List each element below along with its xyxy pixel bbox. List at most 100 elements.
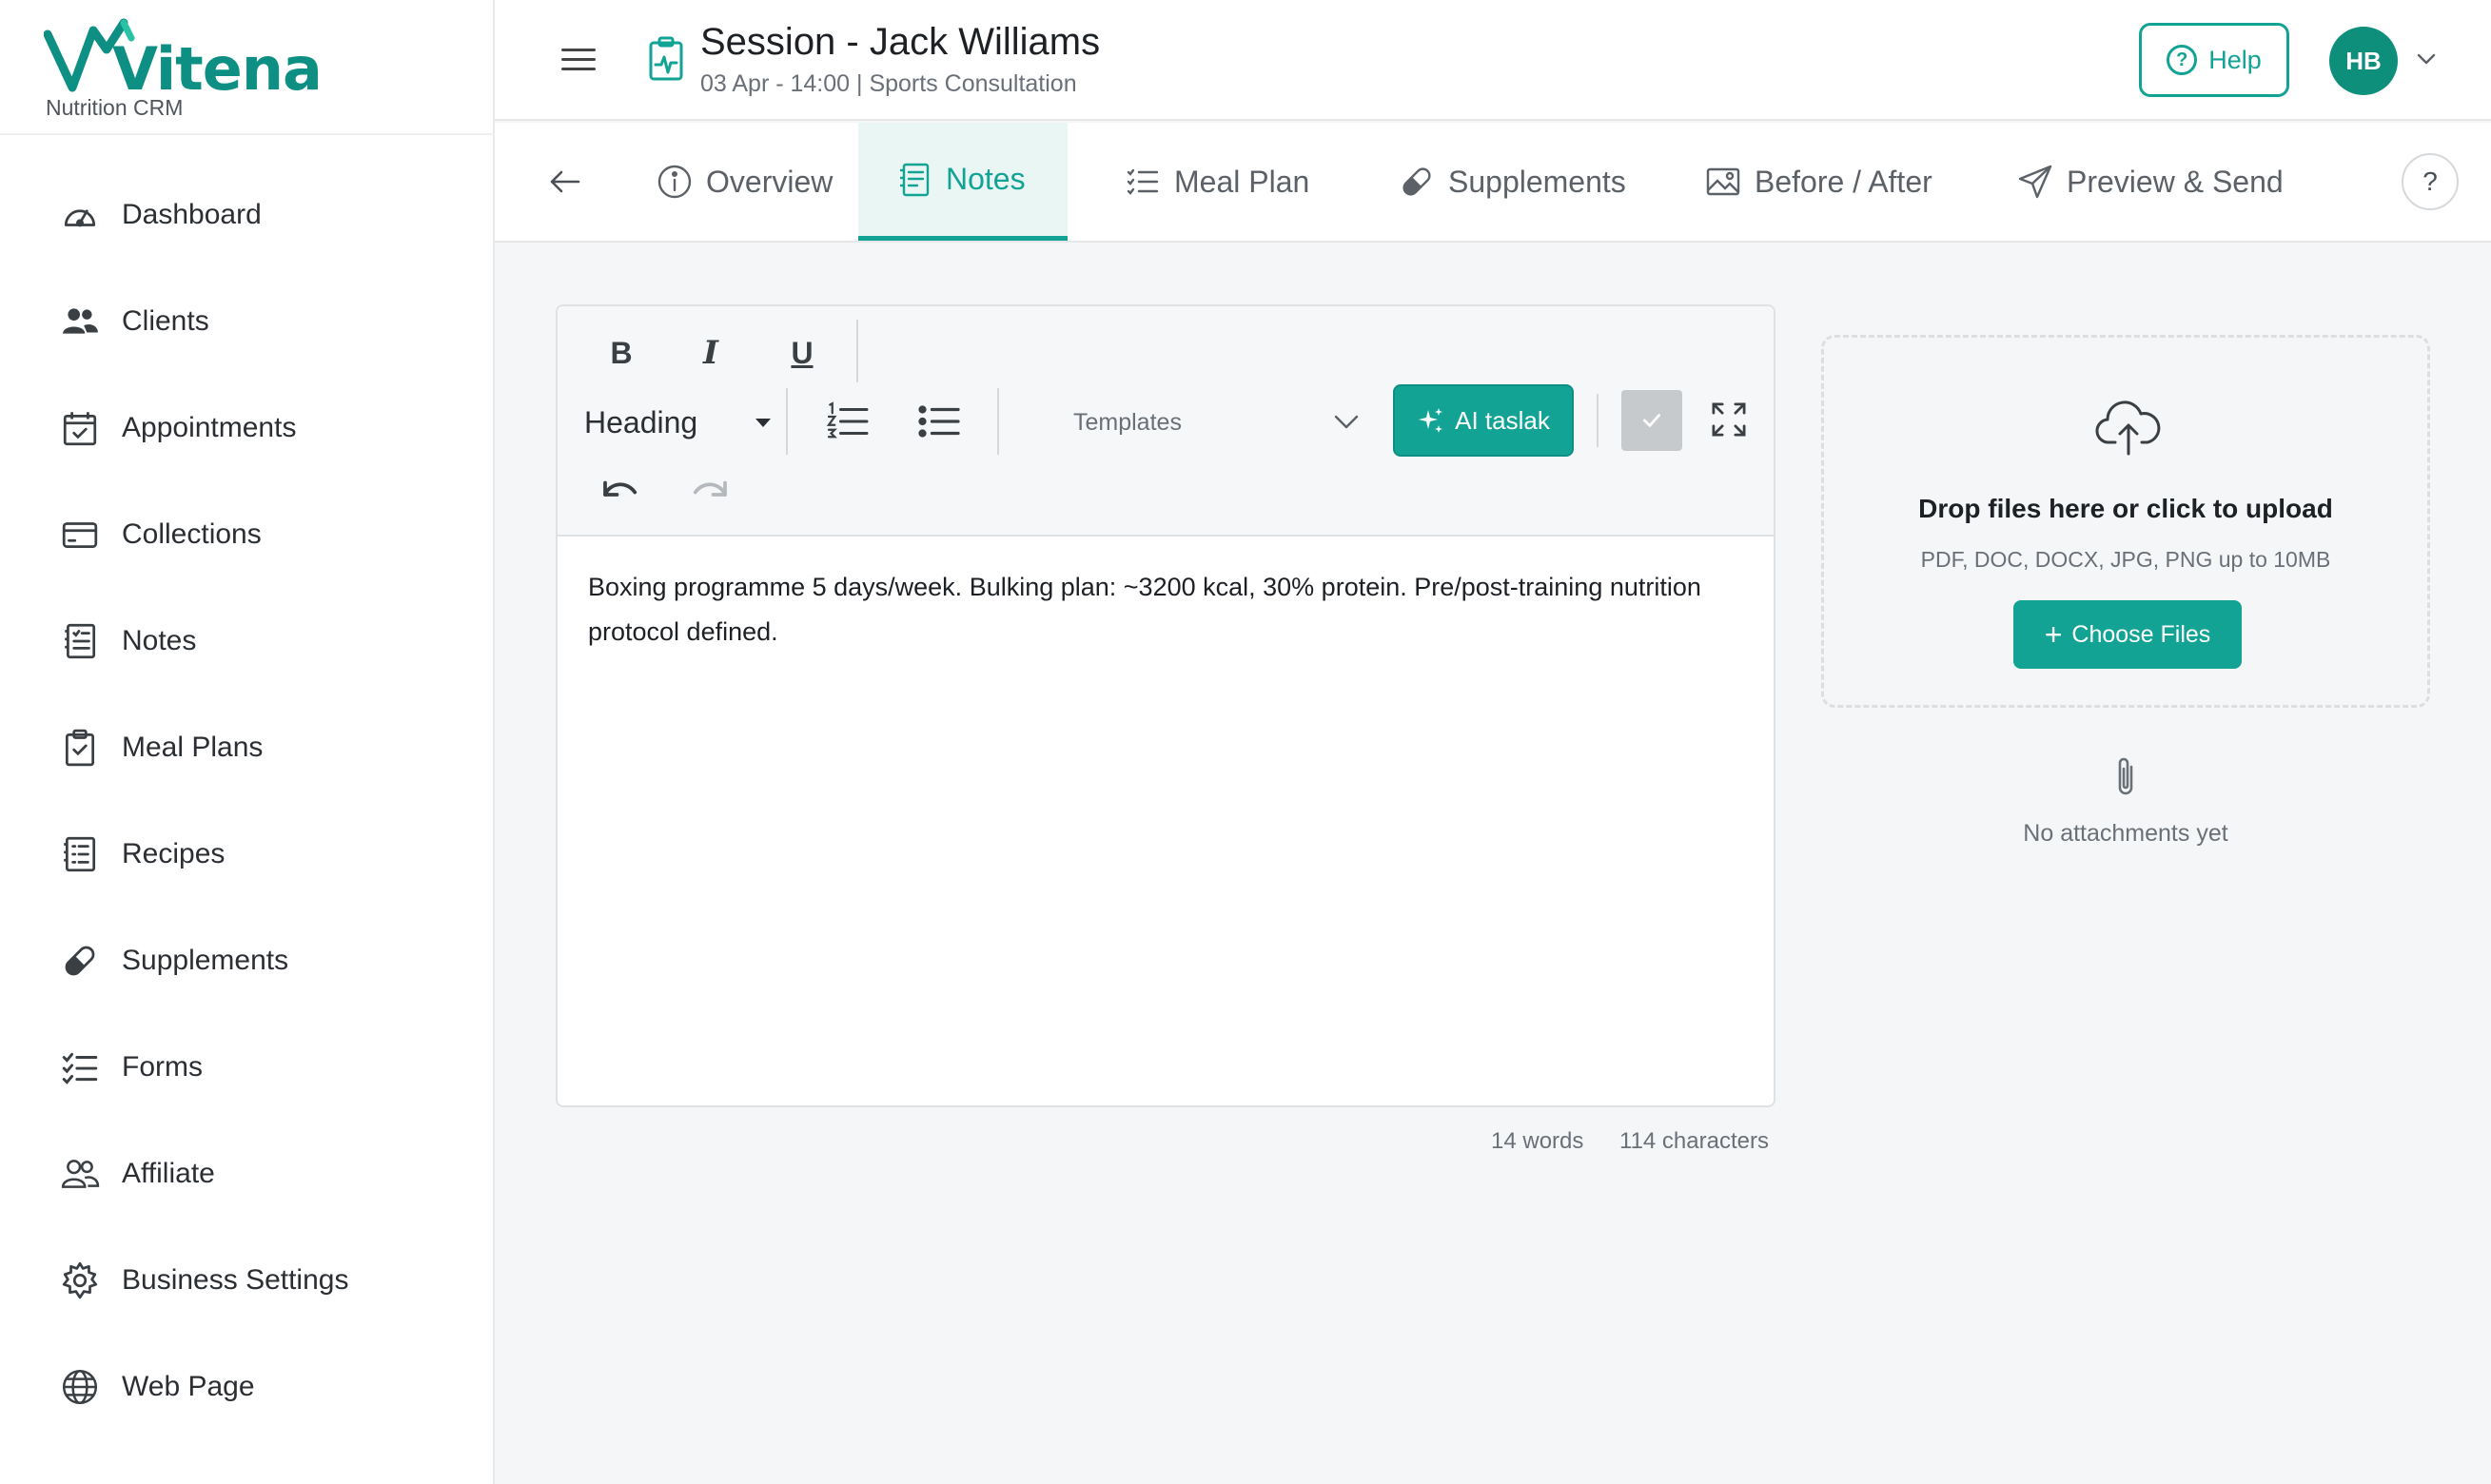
no-attachments-text: No attachments yet [2023, 820, 2228, 847]
tab-label: Before / After [1755, 164, 1932, 199]
sidebar-item-label: Forms [122, 1051, 203, 1083]
file-dropzone[interactable]: Drop files here or click to upload PDF, … [1821, 335, 2430, 708]
tab-label: Supplements [1448, 164, 1626, 199]
dropzone-title: Drop files here or click to upload [1918, 494, 2333, 523]
sidebar: Vitena Nutrition CRM Dashboard Clients A… [0, 0, 495, 1484]
undo-icon[interactable] [596, 466, 643, 514]
redo-icon[interactable] [687, 466, 735, 514]
sidebar-item-recipes[interactable]: Recipes [0, 801, 495, 908]
sidebar-item-meal-plans[interactable]: Meal Plans [0, 694, 495, 801]
tab-help-button[interactable]: ? [2402, 153, 2459, 210]
save-check-button[interactable] [1621, 390, 1682, 451]
fullscreen-icon[interactable] [1707, 398, 1751, 441]
list-icon [1127, 168, 1159, 195]
users-icon [59, 301, 101, 342]
sidebar-item-dashboard[interactable]: Dashboard [0, 162, 495, 268]
sidebar-item-label: Notes [122, 625, 197, 656]
character-count: 114 characters [1619, 1128, 1769, 1154]
session-tabs: Overview Notes Meal Plan Supplements Bef… [495, 123, 2491, 243]
back-arrow-icon[interactable] [546, 163, 584, 201]
note-content[interactable]: Boxing programme 5 days/week. Bulking pl… [588, 565, 1730, 654]
templates-placeholder: Templates [1073, 408, 1182, 436]
tab-before-after[interactable]: Before / After [1667, 123, 1971, 241]
templates-select[interactable]: Templates [1050, 394, 1370, 451]
pill-icon [1402, 167, 1431, 196]
sidebar-item-label: Supplements [122, 945, 289, 976]
tab-supplements[interactable]: Supplements [1361, 123, 1664, 241]
toolbar-divider [1597, 394, 1599, 447]
top-bar: Session - Jack Williams 03 Apr - 14:00 |… [495, 0, 2491, 121]
tab-label: Overview [706, 164, 834, 199]
toolbar-divider [856, 320, 858, 382]
choose-files-button[interactable]: + Choose Files [2013, 600, 2242, 669]
caret-down-icon [755, 419, 771, 427]
check-icon [1643, 414, 1660, 427]
brand-logo[interactable]: Vitena Nutrition CRM [44, 13, 329, 127]
dashboard-gauge-icon [59, 194, 101, 236]
info-icon [657, 165, 692, 199]
tab-label: Notes [946, 162, 1026, 196]
menu-toggle-icon[interactable] [561, 42, 596, 80]
cloud-upload-icon [2095, 400, 2161, 456]
sidebar-item-label: Clients [122, 305, 209, 337]
sidebar-item-label: Business Settings [122, 1264, 349, 1296]
help-label: Help [2208, 45, 2262, 74]
chevron-down-icon [1334, 415, 1359, 429]
sidebar-item-affiliate[interactable]: Affiliate [0, 1121, 495, 1227]
sidebar-item-notes[interactable]: Notes [0, 588, 495, 694]
word-count: 14 words [1491, 1128, 1584, 1154]
sidebar-item-label: Appointments [122, 412, 297, 443]
clipboard-icon [59, 727, 101, 769]
ai-draft-button[interactable]: AI taslak [1393, 384, 1574, 457]
brand-name: Vitena [112, 34, 323, 104]
italic-button[interactable]: I [687, 329, 735, 377]
notes-editor: B I U Heading Templates AI taslak Boxing… [556, 304, 1775, 1107]
sidebar-item-clients[interactable]: Clients [0, 268, 495, 375]
tab-meal-plan[interactable]: Meal Plan [1087, 123, 1347, 241]
sidebar-item-business-settings[interactable]: Business Settings [0, 1227, 495, 1334]
sidebar-item-web-page[interactable]: Web Page [0, 1334, 495, 1440]
credit-card-icon [59, 514, 101, 556]
choose-files-label: Choose Files [2071, 620, 2211, 648]
sidebar-item-supplements[interactable]: Supplements [0, 908, 495, 1014]
divider [0, 133, 495, 135]
brand-tagline: Nutrition CRM [46, 95, 184, 120]
ordered-list-icon[interactable] [824, 398, 872, 445]
send-icon [2018, 165, 2052, 199]
globe-icon [59, 1366, 101, 1408]
sidebar-item-label: Meal Plans [122, 732, 264, 763]
heading-value: Heading [584, 404, 698, 439]
sidebar-item-collections[interactable]: Collections [0, 481, 495, 588]
toolbar-divider [786, 388, 788, 455]
sparkle-icon [1419, 408, 1443, 433]
dropzone-subtitle: PDF, DOC, DOCX, JPG, PNG up to 10MB [1920, 547, 2331, 572]
toolbar-divider [997, 388, 999, 455]
sidebar-item-appointments[interactable]: Appointments [0, 375, 495, 481]
session-subtitle: 03 Apr - 14:00 | Sports Consultation [700, 70, 1077, 97]
bold-button[interactable]: B [598, 329, 645, 377]
session-clipboard-icon [649, 36, 683, 81]
checklist-icon [59, 1046, 101, 1088]
page-title: Session - Jack Williams [700, 21, 1101, 63]
paperclip-icon [2118, 757, 2133, 795]
tab-overview[interactable]: Overview [618, 123, 871, 241]
calendar-icon [59, 407, 101, 449]
sidebar-item-forms[interactable]: Forms [0, 1014, 495, 1121]
tab-preview-send[interactable]: Preview & Send [1979, 123, 2322, 241]
sidebar-item-label: Collections [122, 518, 262, 550]
avatar[interactable]: HB [2329, 27, 2398, 95]
chevron-down-icon[interactable] [2415, 48, 2438, 70]
sidebar-nav: Dashboard Clients Appointments Collectio… [0, 162, 495, 1440]
pill-icon [59, 940, 101, 982]
gear-icon [59, 1259, 101, 1301]
tab-notes[interactable]: Notes [858, 123, 1068, 241]
recipe-list-icon [59, 833, 101, 875]
help-button[interactable]: ? Help [2139, 23, 2289, 97]
bullet-list-icon[interactable] [915, 398, 963, 445]
notes-icon [59, 620, 101, 662]
plus-icon: + [2044, 617, 2063, 652]
question-icon: ? [2167, 45, 2198, 75]
underline-button[interactable]: U [778, 329, 826, 377]
sidebar-item-label: Web Page [122, 1371, 255, 1402]
heading-select[interactable]: Heading [584, 394, 771, 451]
